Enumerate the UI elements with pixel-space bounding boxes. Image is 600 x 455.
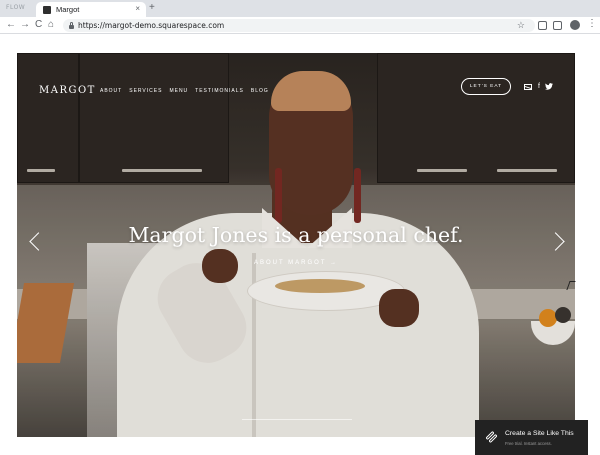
create-site-badge[interactable]: Create a Site Like This Free trial. Inst… xyxy=(475,420,588,455)
profile-avatar[interactable] xyxy=(570,20,580,30)
nav-item-testimonials[interactable]: TESTIMONIALS xyxy=(195,88,244,94)
hero-headline: Margot Jones is a personal chef. xyxy=(128,223,464,247)
arrow-right-icon[interactable] xyxy=(546,231,567,255)
window-label: FLOW xyxy=(6,4,26,11)
tab-title: Margot xyxy=(56,5,80,14)
address-bar[interactable]: https://margot-demo.squarespace.com ☆ xyxy=(63,19,535,32)
site-logo[interactable]: MARGOT xyxy=(39,85,96,96)
cast-icon[interactable] xyxy=(553,21,562,30)
favicon-icon xyxy=(43,6,51,14)
slide-indicator xyxy=(242,419,352,420)
browser-toolbar: ← → C ⌂ https://margot-demo.squarespace.… xyxy=(0,17,600,34)
web-page: MARGOT ABOUT SERVICES MENU TESTIMONIALS … xyxy=(0,35,600,455)
site-nav: ABOUT SERVICES MENU TESTIMONIALS BLOG xyxy=(100,88,269,94)
extension-icon[interactable] xyxy=(538,21,547,30)
hero-section: MARGOT ABOUT SERVICES MENU TESTIMONIALS … xyxy=(17,53,575,437)
lock-icon xyxy=(69,22,74,29)
nav-item-blog[interactable]: BLOG xyxy=(251,88,269,94)
arrow-left-icon[interactable] xyxy=(26,231,48,255)
browser-tab[interactable]: Margot × xyxy=(36,2,146,17)
chrome-menu-icon[interactable]: ⋮ xyxy=(587,18,597,30)
tab-close-icon[interactable]: × xyxy=(135,4,140,14)
about-margot-link[interactable]: ABOUT MARGOT → xyxy=(17,260,575,266)
forward-button[interactable]: → xyxy=(20,19,30,31)
twitter-icon[interactable] xyxy=(545,83,553,91)
reload-button[interactable]: C xyxy=(35,19,42,31)
star-icon[interactable]: ☆ xyxy=(517,20,525,31)
nav-item-services[interactable]: SERVICES xyxy=(129,88,162,94)
home-button[interactable]: ⌂ xyxy=(48,19,54,31)
nav-item-menu[interactable]: MENU xyxy=(169,88,188,94)
url-text: https://margot-demo.squarespace.com xyxy=(78,21,225,30)
mail-icon[interactable] xyxy=(524,84,532,90)
back-button[interactable]: ← xyxy=(6,19,16,31)
badge-subtitle: Free trial. Instant access. xyxy=(505,441,552,446)
lets-eat-button[interactable]: LET'S EAT xyxy=(461,78,511,95)
badge-title: Create a Site Like This xyxy=(505,430,574,437)
squarespace-logo-icon xyxy=(485,430,498,444)
facebook-icon[interactable]: f xyxy=(535,83,543,91)
browser-tab-bar: FLOW Margot × + xyxy=(0,0,600,17)
nav-item-about[interactable]: ABOUT xyxy=(100,88,122,94)
new-tab-button[interactable]: + xyxy=(149,3,155,13)
